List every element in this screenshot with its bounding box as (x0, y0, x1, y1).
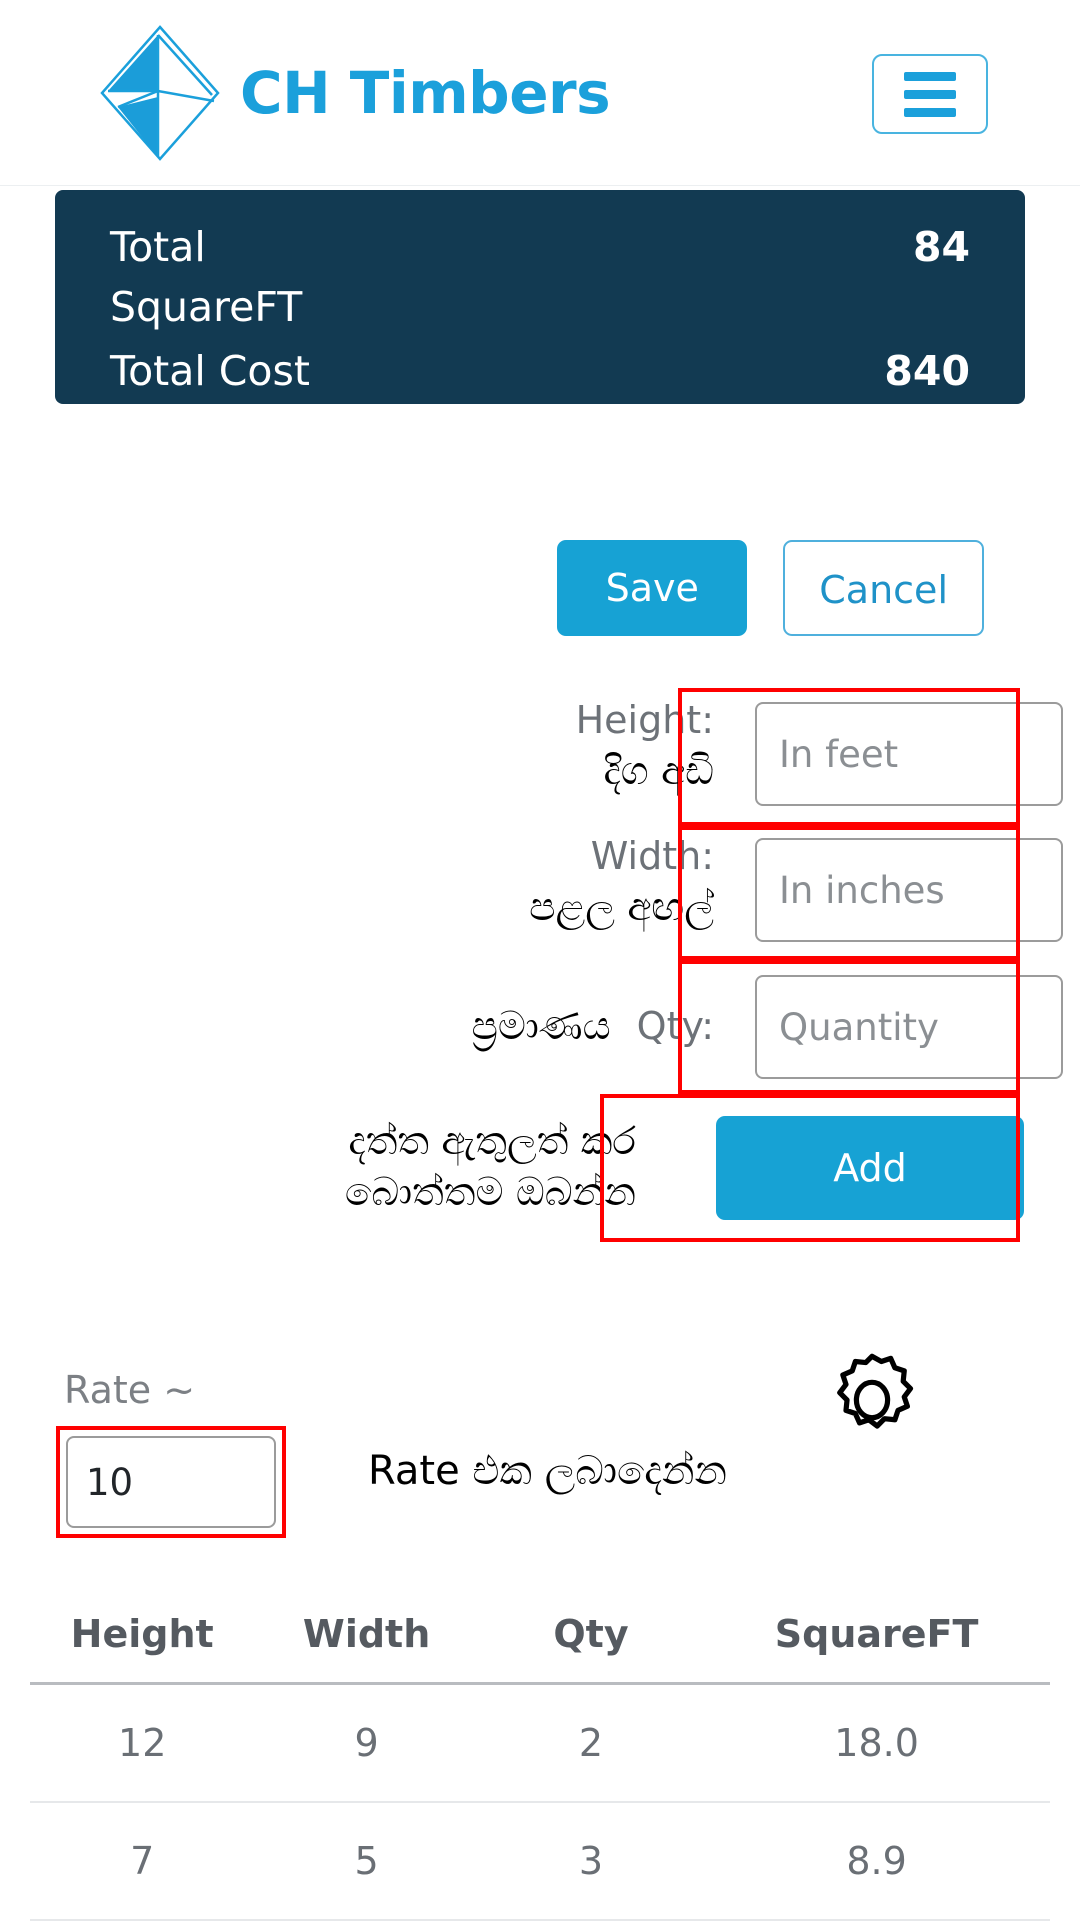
app-header: CH Timbers (0, 0, 1080, 186)
column-header-squareft: SquareFT (703, 1600, 1050, 1685)
diamond-octahedron-logo-icon (100, 24, 220, 161)
add-hint-col: දත්ත ඇතුලත් කර බොත්තම ඔබන්න (60, 1117, 660, 1218)
height-row: Height: දිග අඩි (0, 688, 1080, 826)
hamburger-bar-1 (904, 71, 956, 81)
rate-input[interactable] (66, 1436, 276, 1528)
cell-qty: 3 (478, 1802, 704, 1921)
width-label: Width: (590, 834, 714, 878)
total-sqft-row: Total SquareFT 84 (110, 218, 970, 338)
width-row: Width: පළල අඟල් (0, 826, 1080, 960)
qty-label: Qty: (636, 1004, 714, 1049)
add-button[interactable]: Add (716, 1116, 1024, 1220)
table-header-row: Height Width Qty SquareFT (30, 1600, 1050, 1685)
hamburger-bar-3 (904, 107, 956, 117)
height-input[interactable] (755, 702, 1063, 806)
hamburger-bar-2 (904, 89, 956, 99)
cancel-button[interactable]: Cancel (783, 540, 984, 636)
column-header-qty: Qty (478, 1600, 704, 1685)
hamburger-menu-button[interactable] (872, 54, 988, 134)
table-body: 12 9 2 18.0 7 5 3 8.9 (30, 1683, 1050, 1921)
cell-width: 5 (254, 1802, 479, 1921)
cell-width: 9 (254, 1683, 479, 1803)
total-sqft-value: 84 (912, 223, 970, 271)
table-row[interactable]: 12 9 2 18.0 (30, 1683, 1050, 1803)
cell-squareft: 8.9 (703, 1802, 1050, 1921)
cell-height: 12 (30, 1683, 255, 1803)
total-cost-value: 840 (884, 346, 970, 395)
table-head: Height Width Qty SquareFT (30, 1600, 1050, 1685)
table-row[interactable]: 7 5 3 8.9 (30, 1802, 1050, 1921)
total-sqft-label: Total SquareFT (110, 223, 303, 331)
add-hint-sinhala: දත්ත ඇතුලත් කර බොත්තම ඔබන්න (344, 1119, 636, 1215)
action-buttons: Save Cancel (557, 540, 984, 636)
summary-card: Total SquareFT 84 Total Cost 840 (55, 190, 1025, 404)
column-header-width: Width (254, 1600, 479, 1685)
qty-label-sinhala: ප්‍රමාණය (471, 1003, 611, 1049)
qty-label-col: ප්‍රමාණය Qty: (60, 1003, 738, 1049)
brand: CH Timbers (98, 23, 611, 163)
total-cost-label: Total Cost (110, 346, 310, 395)
column-header-height: Height (30, 1600, 255, 1685)
entry-form: Height: දිග අඩි Width: පළල අඟල් ප්‍රමාණය… (0, 688, 1080, 1242)
height-label-col: Height: දිග අඩි (60, 688, 738, 797)
rate-caption: Rate ~ (64, 1368, 196, 1412)
width-input[interactable] (755, 838, 1063, 942)
cell-squareft: 18.0 (703, 1683, 1050, 1803)
total-cost-row: Total Cost 840 (110, 342, 970, 402)
add-row: දත්ත ඇතුලත් කර බොත්තම ඔබන්න Add (0, 1094, 1080, 1242)
save-button[interactable]: Save (557, 540, 748, 636)
width-label-sinhala: පළල අඟල් (529, 884, 714, 930)
qty-row: ප්‍රමාණය Qty: (0, 960, 1080, 1094)
width-label-col: Width: පළල අඟල් (60, 826, 738, 933)
height-label: Height: (575, 698, 714, 742)
entries-table: Height Width Qty SquareFT 12 9 2 18.0 7 … (30, 1600, 1050, 1921)
cell-height: 7 (30, 1802, 255, 1921)
rate-section: Rate ~ Rate එක ලබාදෙන්න (0, 1353, 1080, 1568)
qty-input[interactable] (755, 975, 1063, 1079)
brand-title: CH Timbers (240, 58, 611, 127)
rate-hint-sinhala: Rate එක ලබාදෙන්න (368, 1448, 727, 1494)
cell-qty: 2 (478, 1683, 704, 1803)
height-label-sinhala: දිග අඩි (603, 748, 714, 794)
gear-icon[interactable] (820, 1348, 924, 1452)
